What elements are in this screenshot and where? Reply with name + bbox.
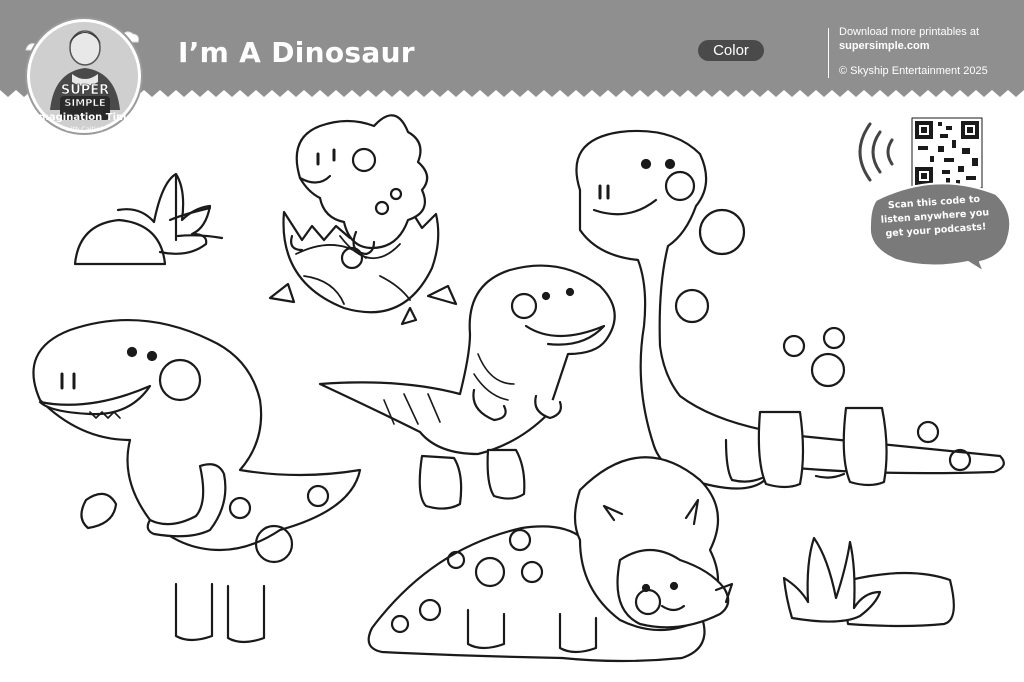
bush-illustration [73, 172, 224, 266]
t-rex-dinosaur [32, 319, 362, 644]
coloring-page-art [32, 114, 1012, 663]
podcast-qr-code [911, 117, 983, 189]
grass-rock-illustration [782, 536, 955, 628]
baby-dinosaur-egg [268, 114, 458, 326]
sound-waves-icon [858, 122, 894, 182]
podcast-bubble-text: Scan this code to listen anywhere you ge… [879, 192, 992, 242]
